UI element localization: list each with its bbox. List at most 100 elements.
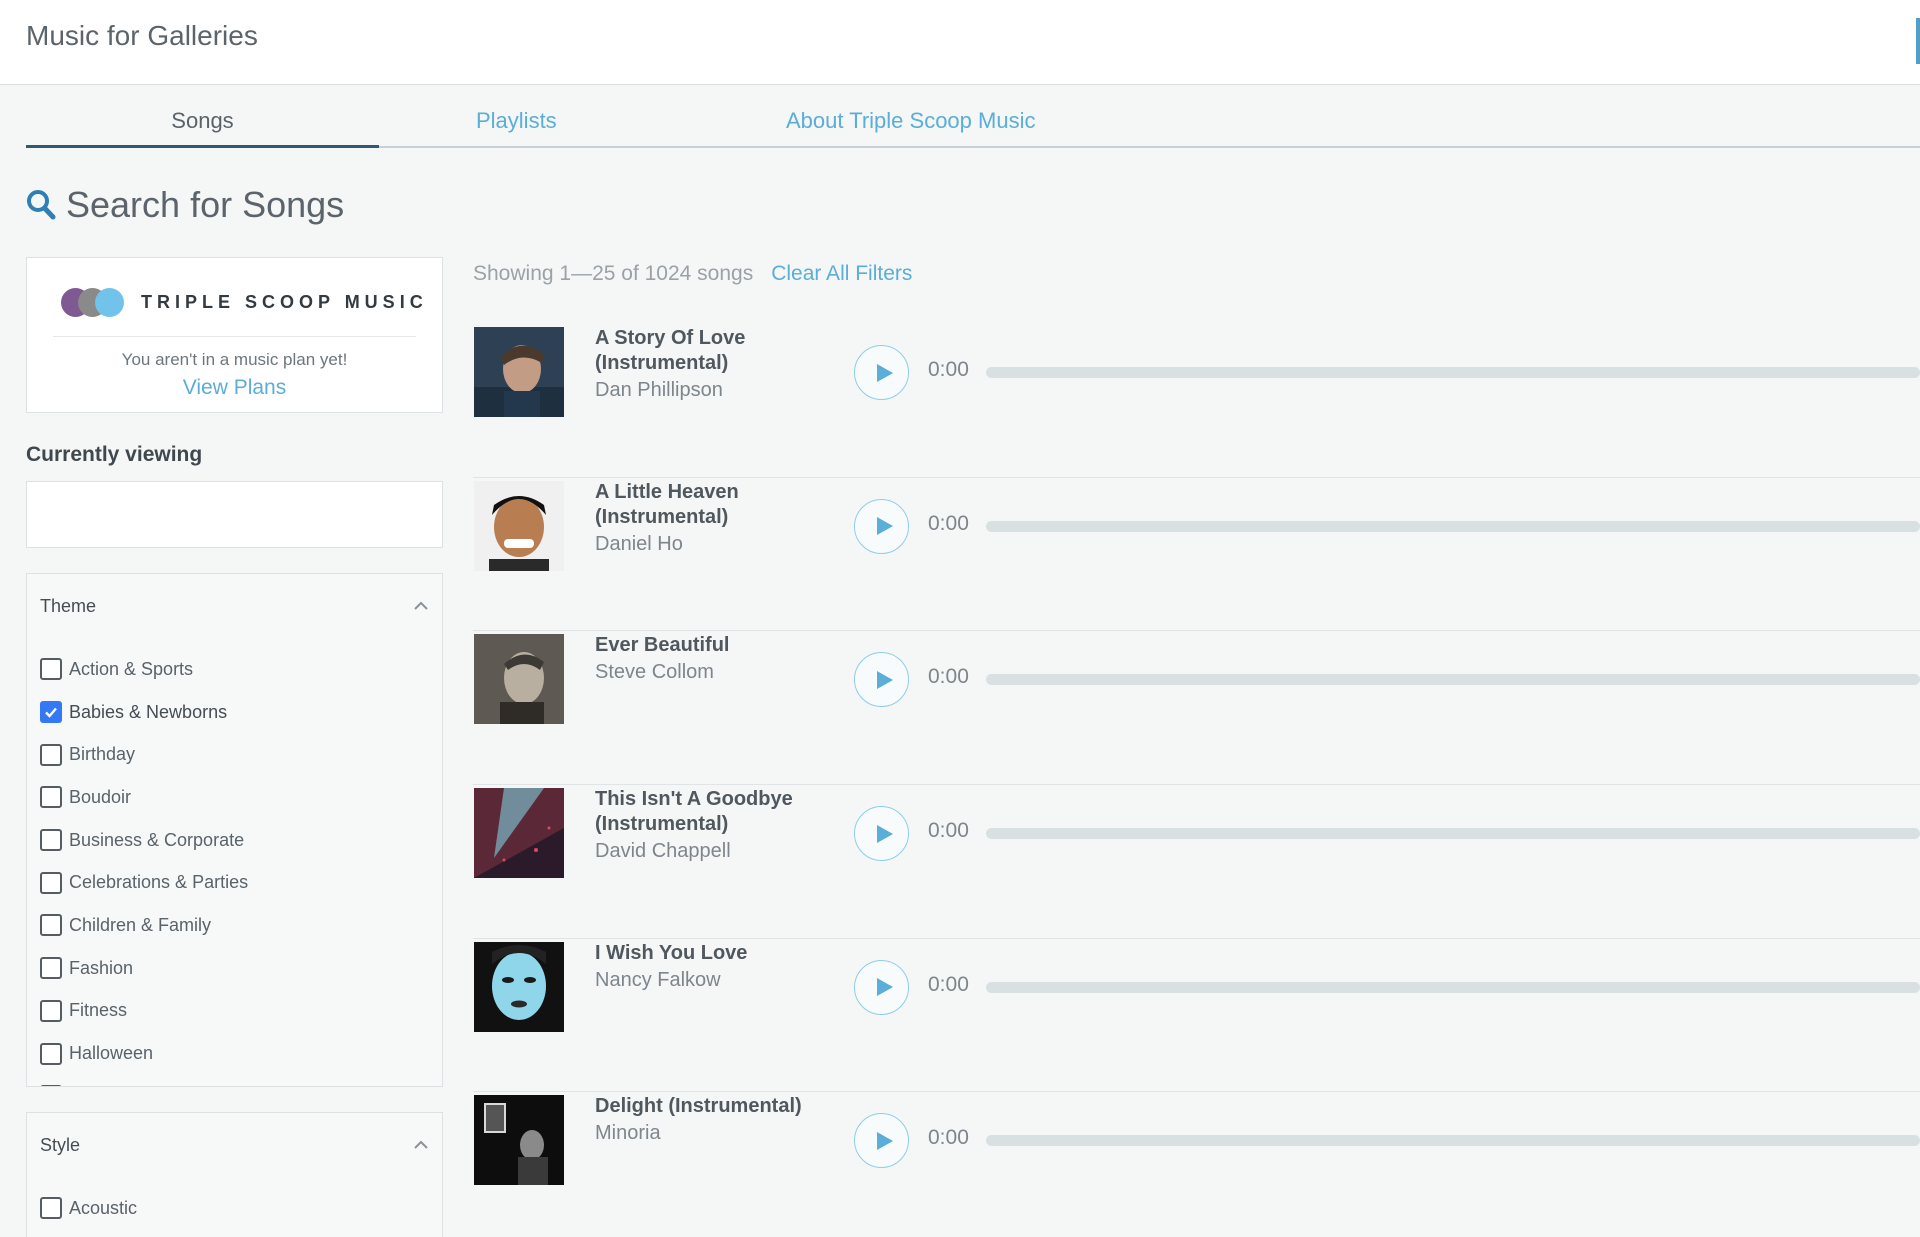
- search-heading: Search for Songs: [26, 184, 344, 226]
- tab-playlists[interactable]: Playlists: [476, 108, 557, 134]
- brand-logo-icon: [61, 286, 127, 318]
- filter-option-label: Action & Sports: [69, 658, 194, 679]
- tab-songs[interactable]: Songs: [26, 108, 379, 134]
- filter-option[interactable]: Holiday: [40, 1075, 248, 1087]
- filter-option[interactable]: Fitness: [40, 990, 248, 1033]
- song-progress-bar[interactable]: [986, 367, 1920, 378]
- filter-checkbox[interactable]: [40, 1197, 62, 1220]
- filter-option-label: Celebrations & Parties: [69, 872, 249, 893]
- theme-filter-title: Theme: [40, 596, 97, 616]
- album-art-image: [474, 788, 564, 879]
- song-artist[interactable]: Nancy Falkow: [595, 968, 825, 993]
- play-icon: [876, 824, 893, 843]
- filter-checkbox[interactable]: [40, 1042, 62, 1065]
- song-artist[interactable]: Steve Collom: [595, 660, 825, 685]
- song-title[interactable]: I Wish You Love: [595, 942, 747, 964]
- song-progress-bar[interactable]: [986, 1135, 1920, 1147]
- play-icon: [876, 363, 893, 382]
- brand-logo: TRIPLE SCOOP MUSIC: [61, 286, 428, 318]
- song-row: I Wish You Love Nancy Falkow 0:00: [473, 939, 1920, 1093]
- tab-bar: Songs Playlists About Triple Scoop Music: [26, 100, 1920, 148]
- filter-option-label: Fashion: [69, 957, 134, 978]
- active-tab-indicator: [26, 145, 379, 148]
- song-row: Ever Beautiful Steve Collom 0:00: [473, 631, 1920, 786]
- style-filter-title: Style: [40, 1135, 81, 1155]
- app-title: Music for Galleries: [26, 20, 258, 51]
- chevron-up-icon[interactable]: [412, 597, 430, 615]
- filter-checkbox[interactable]: [40, 914, 62, 937]
- filter-checkbox[interactable]: [40, 658, 62, 681]
- song-artwork[interactable]: [474, 327, 564, 417]
- filter-option[interactable]: Business & Corporate: [40, 819, 248, 862]
- filter-option-label: Holiday: [69, 1086, 129, 1087]
- song-title[interactable]: A Little Heaven (Instrumental): [595, 481, 739, 528]
- filter-checkbox[interactable]: [40, 701, 62, 724]
- filter-option[interactable]: Babies & Newborns: [40, 691, 248, 734]
- chevron-up-icon[interactable]: [412, 1136, 430, 1154]
- filter-checkbox[interactable]: [40, 957, 62, 980]
- filter-sidebar: TRIPLE SCOOP MUSIC You aren't in a music…: [26, 257, 443, 1237]
- filter-checkbox[interactable]: [40, 999, 62, 1022]
- topbar-edge-accent: [1916, 18, 1920, 64]
- album-art-image: [474, 941, 564, 1032]
- filter-option[interactable]: Fashion: [40, 947, 248, 990]
- play-icon: [876, 517, 893, 536]
- song-artist[interactable]: Dan Phillipson: [595, 378, 825, 403]
- checkmark-icon: [45, 707, 57, 718]
- filter-option[interactable]: Acoustic: [40, 1187, 137, 1230]
- song-artwork[interactable]: [474, 941, 564, 1032]
- song-artist[interactable]: Daniel Ho: [595, 532, 825, 557]
- brand-name: TRIPLE SCOOP MUSIC: [141, 291, 428, 312]
- song-title[interactable]: A Story Of Love (Instrumental): [595, 327, 745, 374]
- filter-option[interactable]: Halloween: [40, 1032, 248, 1075]
- play-icon: [876, 978, 893, 997]
- song-time: 0:00: [928, 1126, 969, 1150]
- theme-filter-list: Action & Sports Babies & Newborns Birthday…: [40, 648, 248, 1087]
- song-progress-bar[interactable]: [986, 520, 1920, 532]
- search-title: Search for Songs: [66, 184, 345, 225]
- filter-option[interactable]: Celebrations & Parties: [40, 861, 248, 904]
- clear-filters-link[interactable]: Clear All Filters: [771, 262, 912, 286]
- song-artwork[interactable]: [474, 788, 564, 879]
- play-button[interactable]: [854, 498, 909, 554]
- currently-viewing-box: [26, 481, 443, 548]
- view-plans-link[interactable]: View Plans: [27, 376, 442, 400]
- filter-option[interactable]: Action & Sports: [40, 648, 248, 691]
- filter-checkbox[interactable]: [40, 871, 62, 894]
- filter-checkbox[interactable]: [40, 743, 62, 766]
- filter-option-label: Birthday: [69, 744, 136, 765]
- song-artwork[interactable]: [474, 634, 564, 725]
- filter-checkbox[interactable]: [40, 1085, 62, 1086]
- results-panel: Showing 1—25 of 1024 songs Clear All Fil…: [473, 262, 1920, 1186]
- filter-checkbox[interactable]: [40, 829, 62, 852]
- results-count: Showing 1—25 of 1024 songs: [473, 262, 754, 285]
- song-title[interactable]: Ever Beautiful: [595, 634, 729, 656]
- play-button[interactable]: [854, 1113, 909, 1169]
- song-progress-bar[interactable]: [986, 828, 1920, 840]
- play-icon: [876, 1131, 893, 1150]
- song-progress-bar[interactable]: [986, 674, 1920, 686]
- play-button[interactable]: [854, 959, 909, 1015]
- song-title[interactable]: This Isn't A Goodbye (Instrumental): [595, 788, 793, 835]
- play-button[interactable]: [854, 806, 909, 862]
- song-title[interactable]: Delight (Instrumental): [595, 1095, 802, 1117]
- song-progress-bar[interactable]: [986, 981, 1920, 993]
- filter-option[interactable]: Birthday: [40, 733, 248, 776]
- song-artist[interactable]: Minoria: [595, 1121, 825, 1146]
- filter-option[interactable]: Children & Family: [40, 904, 248, 947]
- album-art-image: [474, 1095, 564, 1186]
- play-button[interactable]: [854, 345, 909, 400]
- filter-checkbox[interactable]: [40, 786, 62, 809]
- currently-viewing-label: Currently viewing: [26, 443, 203, 466]
- song-artist[interactable]: David Chappell: [595, 839, 825, 864]
- song-info: Delight (Instrumental) Minoria: [595, 1094, 825, 1146]
- theme-filter-panel: Theme Action & Sports Babies & Newborns Bi…: [26, 573, 443, 1087]
- song-artwork[interactable]: [474, 1095, 564, 1186]
- filter-option[interactable]: Boudoir: [40, 776, 248, 819]
- tab-about[interactable]: About Triple Scoop Music: [786, 108, 1035, 134]
- song-artwork[interactable]: [474, 480, 564, 571]
- filter-option-label: Halloween: [69, 1043, 154, 1064]
- plan-message: You aren't in a music plan yet!: [121, 350, 348, 369]
- plan-divider: [53, 336, 416, 337]
- play-button[interactable]: [854, 652, 909, 708]
